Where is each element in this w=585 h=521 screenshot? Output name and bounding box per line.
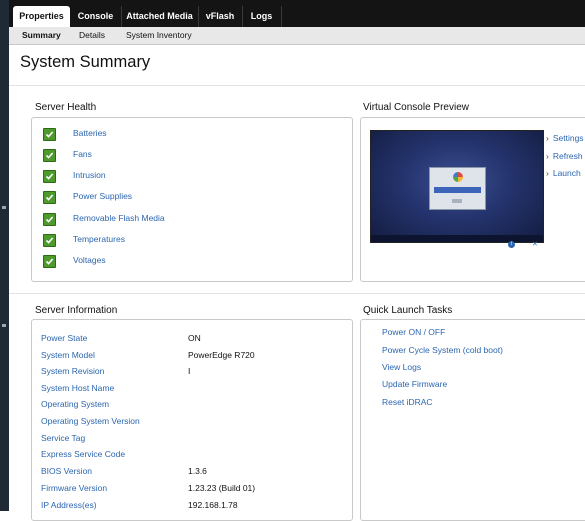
left-nav-marker bbox=[2, 324, 6, 327]
virtual-console-title: Virtual Console Preview bbox=[363, 102, 469, 113]
task-power-on-off[interactable]: Power ON / OFF bbox=[382, 327, 445, 339]
check-icon bbox=[43, 128, 56, 141]
server-health-panel: Batteries Fans Intrusion Power Supplies … bbox=[31, 117, 353, 282]
check-icon bbox=[43, 213, 56, 226]
chevron-right-icon: › bbox=[546, 168, 549, 178]
health-item-label[interactable]: Fans bbox=[73, 149, 92, 159]
info-label[interactable]: System Model bbox=[41, 350, 95, 360]
tab-properties[interactable]: Properties bbox=[13, 6, 70, 27]
server-information-panel: Power State ON System Model PowerEdge R7… bbox=[31, 319, 353, 521]
info-value: 1.3.6 bbox=[188, 466, 207, 476]
page-title: System Summary bbox=[20, 53, 151, 71]
server-information-title: Server Information bbox=[35, 305, 118, 316]
task-reset-idrac[interactable]: Reset iDRAC bbox=[382, 397, 433, 409]
quick-launch-panel: Power ON / OFF Power Cycle System (cold … bbox=[360, 319, 585, 521]
check-icon bbox=[43, 234, 56, 247]
section-divider bbox=[9, 293, 585, 294]
console-preview-image[interactable] bbox=[370, 130, 544, 243]
console-launch-link[interactable]: › Launch bbox=[546, 168, 581, 180]
title-divider bbox=[9, 85, 585, 86]
console-refresh-link[interactable]: › Refresh bbox=[546, 151, 583, 163]
console-settings-link[interactable]: › Settings bbox=[546, 133, 584, 145]
tab-attached-media[interactable]: Attached Media bbox=[121, 6, 199, 27]
quick-launch-title: Quick Launch Tasks bbox=[363, 305, 453, 316]
tab-vflash[interactable]: vFlash bbox=[198, 6, 243, 27]
check-icon bbox=[43, 149, 56, 162]
info-label[interactable]: Power State bbox=[41, 333, 87, 343]
check-icon bbox=[43, 191, 56, 204]
info-value: 1.23.23 (Build 01) bbox=[188, 483, 256, 493]
info-label[interactable]: BIOS Version bbox=[41, 466, 92, 476]
tab-details[interactable]: Details bbox=[79, 27, 105, 44]
left-nav-marker bbox=[2, 206, 6, 209]
info-label[interactable]: Express Service Code bbox=[41, 449, 125, 459]
info-label[interactable]: System Host Name bbox=[41, 383, 114, 393]
health-item-label[interactable]: Power Supplies bbox=[73, 191, 132, 201]
chevron-right-icon: › bbox=[546, 151, 549, 161]
info-value: ON bbox=[188, 333, 201, 343]
info-label[interactable]: Firmware Version bbox=[41, 483, 107, 493]
info-label[interactable]: System Revision bbox=[41, 366, 104, 376]
chevron-right-icon: › bbox=[546, 133, 549, 143]
task-power-cycle[interactable]: Power Cycle System (cold boot) bbox=[382, 345, 503, 357]
tab-console[interactable]: Console bbox=[70, 6, 122, 27]
login-dialog-thumbnail bbox=[429, 167, 486, 210]
task-update-firmware[interactable]: Update Firmware bbox=[382, 379, 447, 391]
virtual-console-panel: i ✕ › Settings › Refresh › Launch bbox=[360, 117, 585, 282]
info-label[interactable]: Operating System Version bbox=[41, 416, 140, 426]
sub-tab-bar: Summary Details System Inventory bbox=[9, 27, 585, 45]
health-item-label[interactable]: Batteries bbox=[73, 128, 107, 138]
top-tab-bar: Properties Console Attached Media vFlash… bbox=[9, 0, 585, 28]
close-icon[interactable]: ✕ bbox=[532, 241, 538, 248]
health-item-label[interactable]: Temperatures bbox=[73, 234, 125, 244]
health-item-label[interactable]: Removable Flash Media bbox=[73, 213, 165, 223]
info-value: I bbox=[188, 366, 191, 376]
check-icon bbox=[43, 170, 56, 183]
server-health-title: Server Health bbox=[35, 102, 97, 113]
info-label[interactable]: Service Tag bbox=[41, 433, 85, 443]
tab-logs[interactable]: Logs bbox=[242, 6, 282, 27]
info-icon[interactable]: i bbox=[508, 241, 515, 248]
health-item-label[interactable]: Voltages bbox=[73, 255, 106, 265]
tab-system-inventory[interactable]: System Inventory bbox=[126, 27, 192, 44]
task-view-logs[interactable]: View Logs bbox=[382, 362, 421, 374]
health-item-label[interactable]: Intrusion bbox=[73, 170, 106, 180]
info-value: PowerEdge R720 bbox=[188, 350, 255, 360]
info-label[interactable]: Operating System bbox=[41, 399, 109, 409]
left-nav-strip bbox=[0, 0, 9, 511]
info-value: 192.168.1.78 bbox=[188, 500, 238, 510]
info-label[interactable]: IP Address(es) bbox=[41, 500, 97, 510]
check-icon bbox=[43, 255, 56, 268]
tab-summary[interactable]: Summary bbox=[22, 27, 61, 44]
logo-icon bbox=[453, 172, 463, 182]
